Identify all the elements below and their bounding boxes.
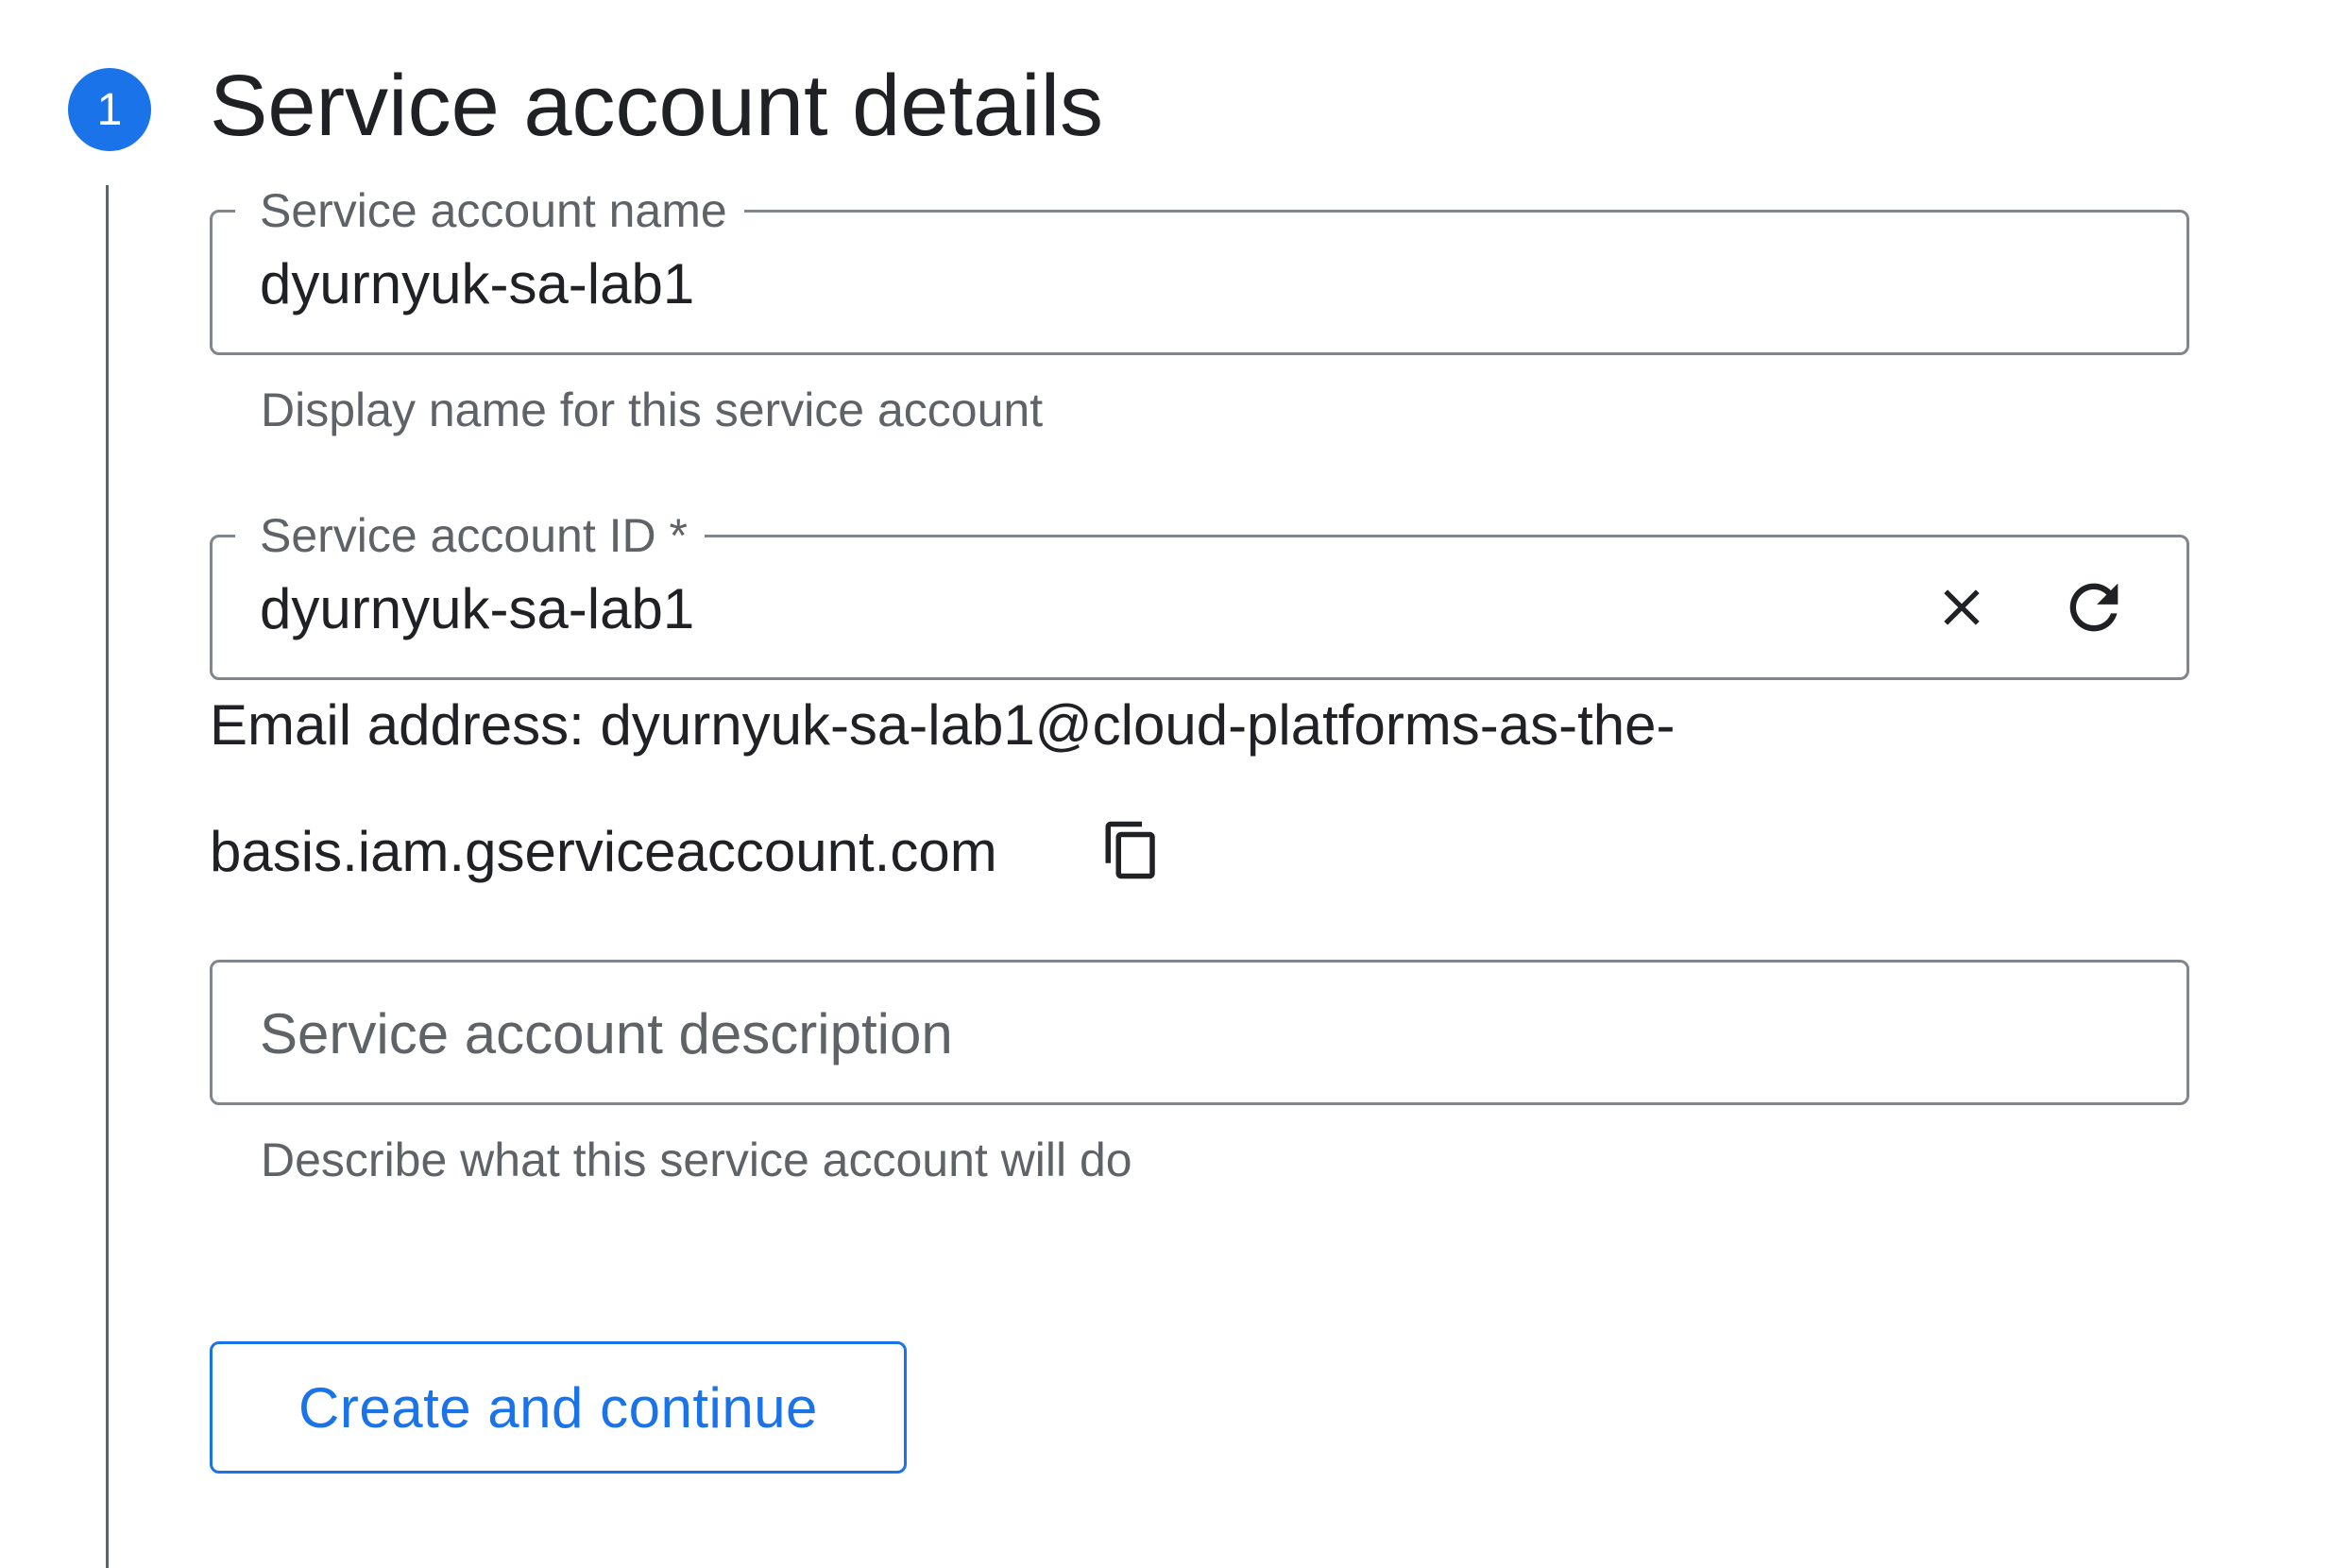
copy-icon bbox=[1105, 821, 1155, 879]
service-account-description-helper: Describe what this service account will … bbox=[261, 1133, 1132, 1186]
copy-email-button[interactable] bbox=[1092, 810, 1171, 890]
service-account-name-field[interactable]: Service account name dyurnyuk-sa-lab1 bbox=[210, 182, 2189, 355]
step-connector-line bbox=[106, 185, 109, 1568]
refresh-icon bbox=[2069, 583, 2118, 632]
service-account-id-label: Service account ID * bbox=[235, 507, 705, 564]
service-account-name-input[interactable]: dyurnyuk-sa-lab1 bbox=[260, 247, 694, 322]
service-account-name-label: Service account name bbox=[235, 182, 744, 239]
step-number: 1 bbox=[96, 84, 123, 135]
email-address-line1: Email address: dyurnyuk-sa-lab1@cloud-pl… bbox=[210, 693, 1676, 757]
service-account-description-input[interactable]: Service account description bbox=[260, 997, 953, 1072]
step-title: Service account details bbox=[210, 58, 1104, 154]
create-and-continue-button[interactable]: Create and continue bbox=[210, 1341, 907, 1474]
service-account-id-field[interactable]: Service account ID * dyurnyuk-sa-lab1 bbox=[210, 507, 2189, 680]
service-account-description-field[interactable]: Service account description bbox=[210, 960, 2189, 1105]
close-icon bbox=[1944, 589, 1980, 625]
service-account-name-helper: Display name for this service account bbox=[261, 383, 1044, 436]
regenerate-id-button[interactable] bbox=[2050, 564, 2137, 651]
clear-id-button[interactable] bbox=[1918, 564, 2005, 651]
step-number-badge: 1 bbox=[68, 68, 151, 151]
email-address-line2: basis.iam.gserviceaccount.com bbox=[210, 820, 997, 883]
service-account-id-input[interactable]: dyurnyuk-sa-lab1 bbox=[260, 571, 694, 647]
